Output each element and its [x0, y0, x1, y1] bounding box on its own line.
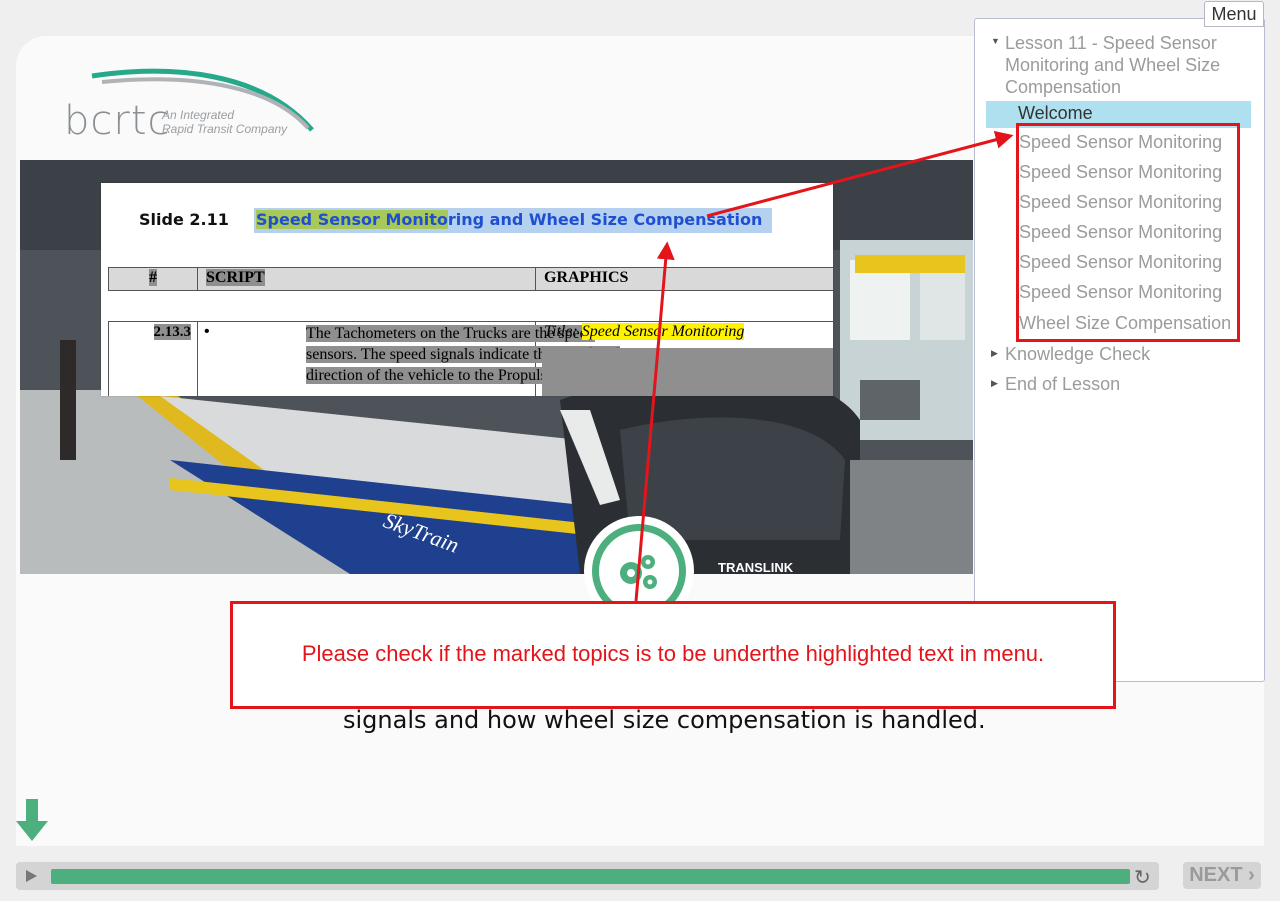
next-button[interactable]: NEXT › [1183, 862, 1261, 889]
slide-title-highlight: Speed Sensor Monito [256, 210, 448, 229]
slide-title-rest: ring and Wheel Size Compensation [447, 210, 763, 229]
logo-tagline: An Integrated Rapid Transit Company [162, 108, 288, 136]
menu-item-end-of-lesson[interactable]: End of Lesson [1005, 374, 1120, 395]
header-graphics: GRAPHICS [535, 267, 833, 291]
menu-item-knowledge-check[interactable]: Knowledge Check [1005, 344, 1150, 365]
logo-word: bcrtc [64, 98, 171, 144]
header-script: SCRIPT [197, 267, 536, 291]
player-bar: ↻ [16, 862, 1159, 890]
marked-topics-box [1016, 123, 1240, 342]
slide-number: Slide 2.11 [139, 210, 229, 229]
narration-caption: signals and how wheel size compensation … [343, 706, 986, 734]
graphics-placeholder [542, 348, 833, 396]
collapsed-triangle-icon: ▶ [991, 348, 998, 358]
row-id: 2.13.3 [108, 321, 198, 396]
collapsed-triangle-icon: ▶ [991, 378, 998, 388]
play-icon[interactable] [24, 869, 38, 883]
graphics-title: Title: Speed Sensor Monitoring [544, 323, 745, 340]
review-note: Please check if the marked topics is to … [230, 601, 1116, 709]
storyboard-document: Slide 2.11 Speed Sensor Monitoring and W… [101, 183, 833, 396]
replay-icon[interactable]: ↻ [1134, 865, 1151, 890]
script-bullet: • [204, 323, 210, 340]
menu-lesson-title[interactable]: Lesson 11 - Speed Sensor Monitoring and … [1005, 32, 1220, 98]
scroll-down-arrow-icon[interactable] [16, 799, 48, 843]
bcrtc-logo: bcrtc An Integrated Rapid Transit Compan… [62, 68, 322, 148]
translink-text: TRANSLINK [718, 560, 794, 574]
expanded-triangle-icon: ▼ [991, 36, 1000, 46]
slide-title: Speed Sensor Monitoring and Wheel Size C… [254, 208, 773, 233]
menu-button[interactable]: Menu [1204, 1, 1264, 27]
header-num: # [108, 267, 198, 291]
progress-bar[interactable] [51, 869, 1130, 884]
